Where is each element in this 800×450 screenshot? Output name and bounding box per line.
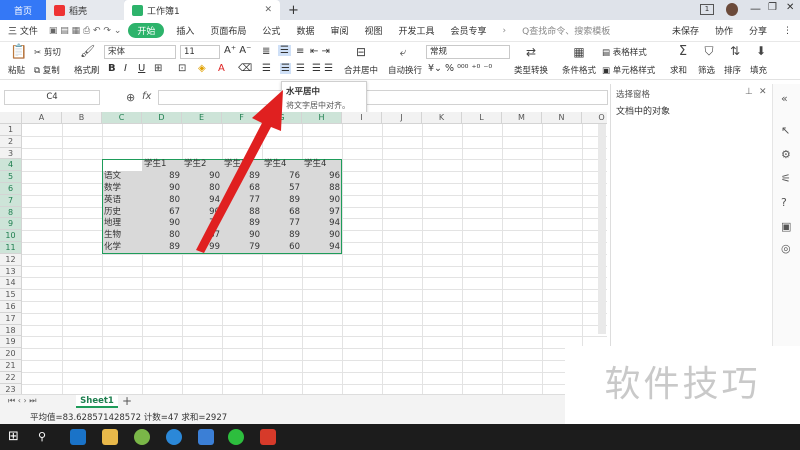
arrow-shape	[196, 90, 283, 253]
annotation-arrow	[196, 90, 283, 253]
